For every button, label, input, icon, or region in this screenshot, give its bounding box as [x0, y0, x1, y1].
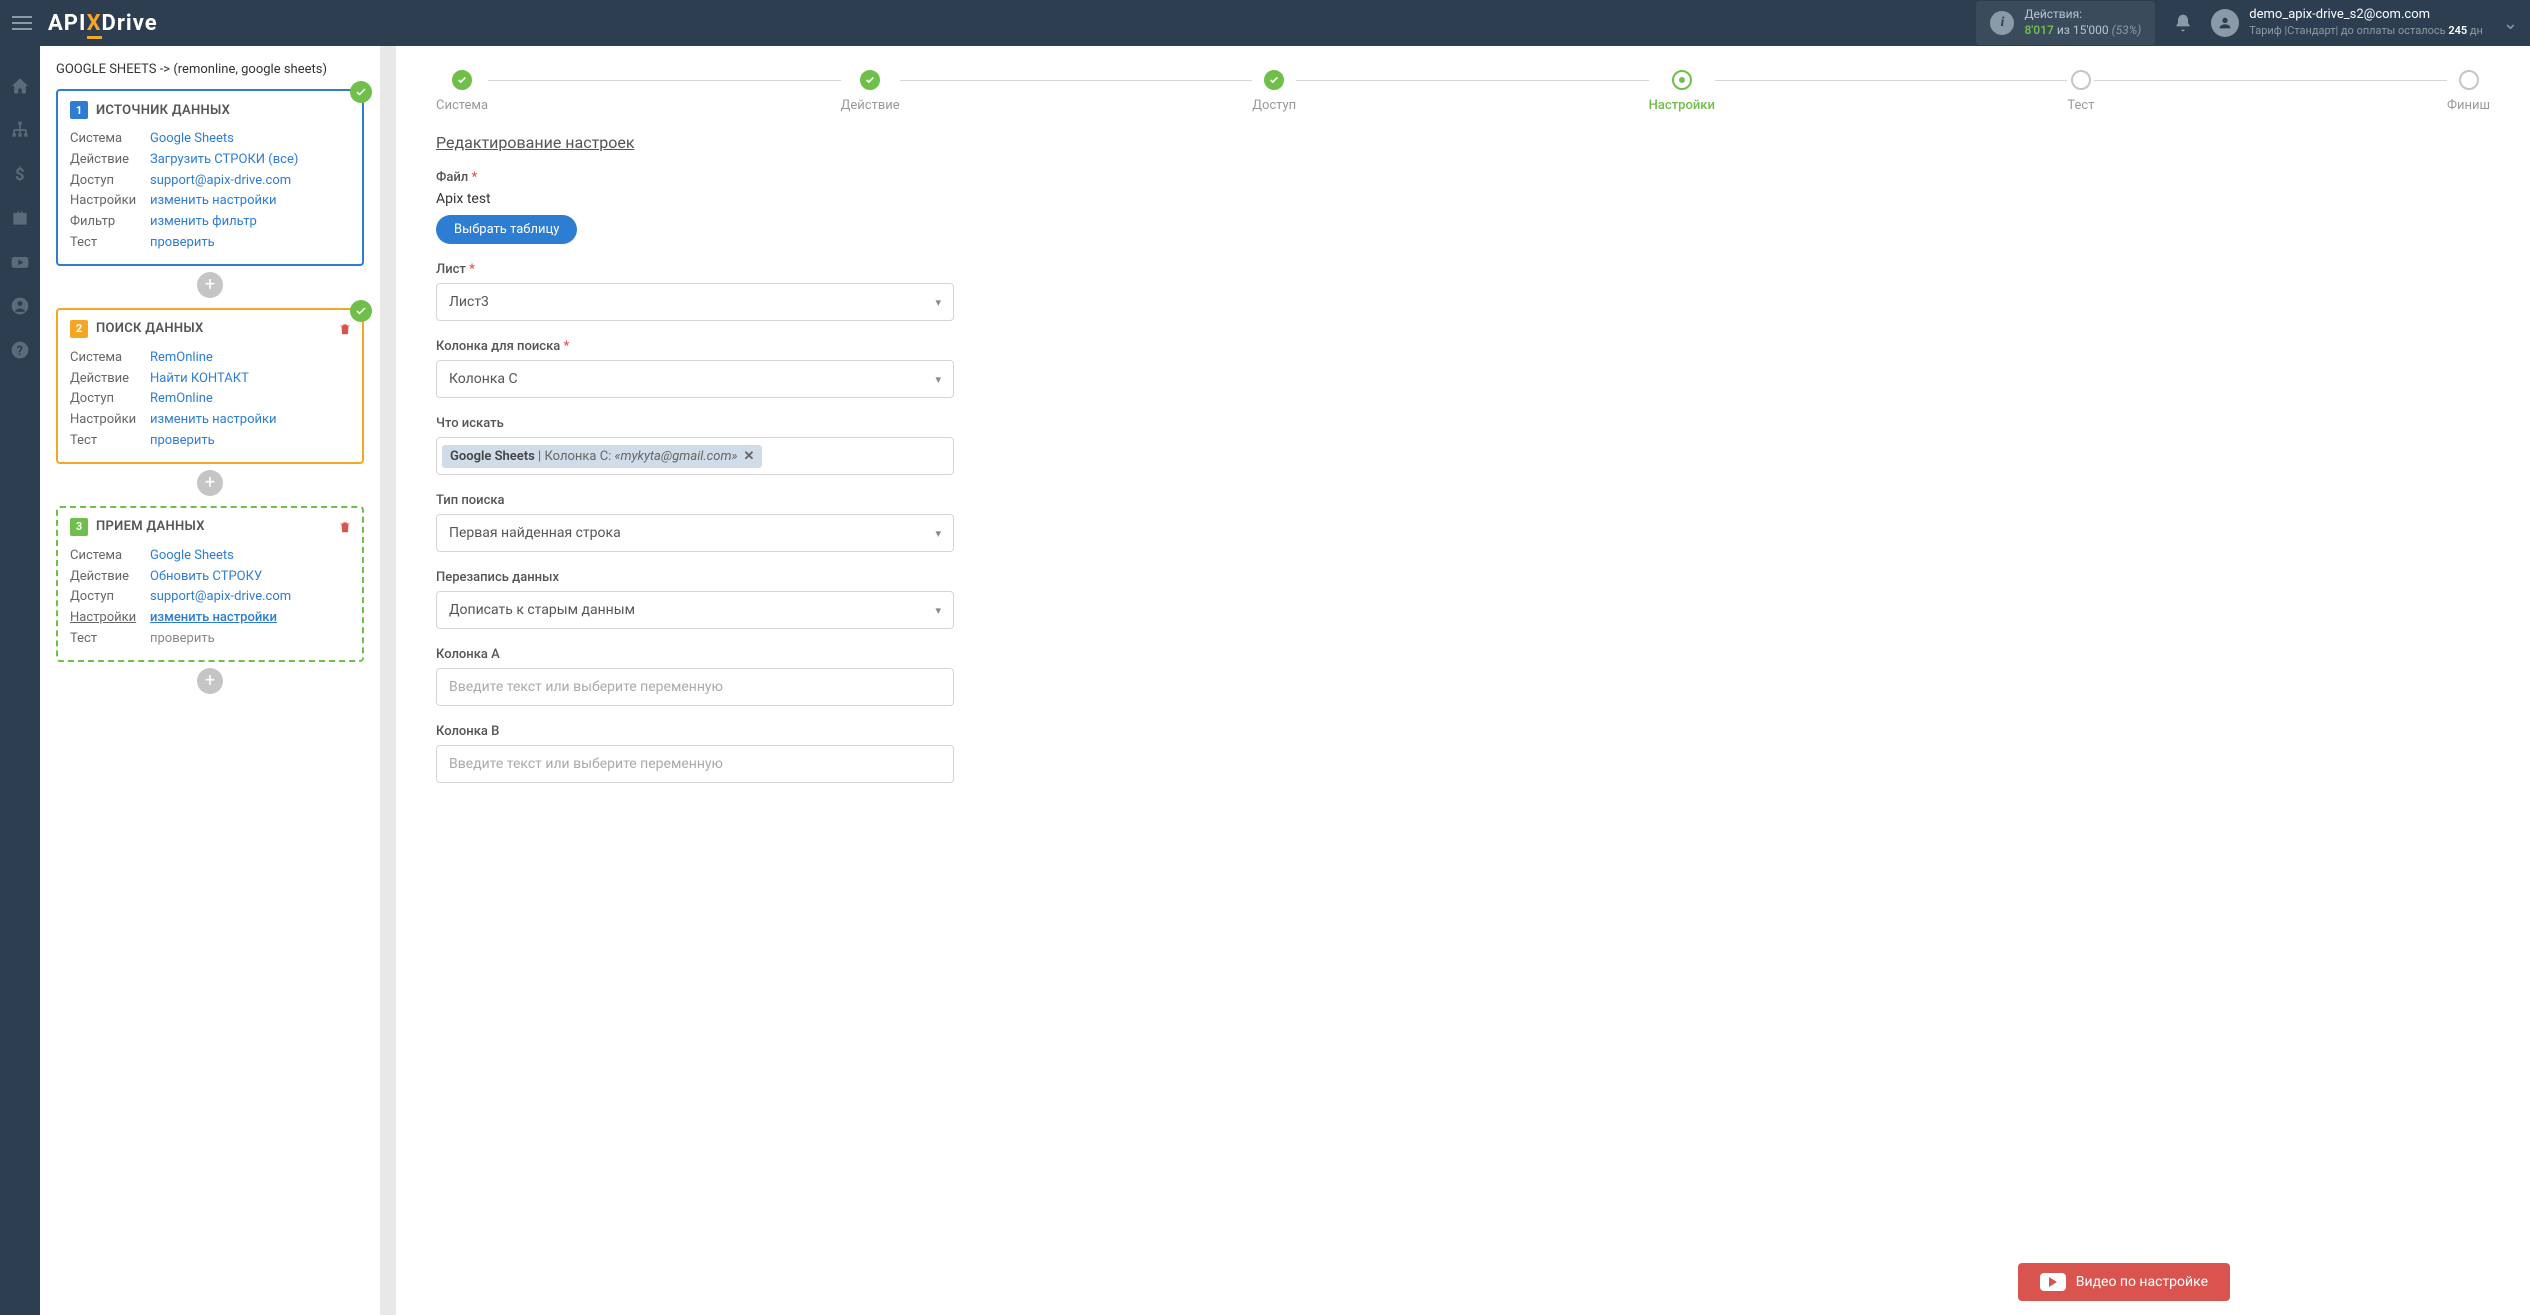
add-step-button[interactable]: + — [197, 272, 223, 298]
card-search[interactable]: 2ПОИСК ДАННЫХ СистемаRemOnline ДействиеН… — [56, 308, 364, 464]
card-link[interactable]: Найти КОНТАКТ — [150, 369, 249, 390]
section-title: Редактирование настроек — [436, 133, 2490, 152]
main-panel: Система Действие Доступ Настройки Тест Ф… — [396, 46, 2530, 1315]
actions-used: 8'017 — [2024, 23, 2053, 37]
field-label: Колонка A — [436, 647, 2490, 662]
user-info[interactable]: demo_apix-drive_s2@com.com Тариф |Станда… — [2249, 7, 2483, 38]
card-link[interactable]: проверить — [150, 233, 215, 254]
video-help-button[interactable]: Видео по настройке — [2018, 1263, 2230, 1301]
add-step-button[interactable]: + — [197, 470, 223, 496]
sidebar: $ ? — [0, 46, 40, 1315]
card-link[interactable]: support@apix-drive.com — [150, 171, 291, 192]
chevron-down-icon: ▾ — [935, 296, 941, 309]
briefcase-icon[interactable] — [10, 208, 30, 228]
youtube-icon[interactable] — [10, 252, 30, 272]
search-type-select[interactable]: Первая найденная строка▾ — [436, 514, 954, 552]
logo-text2: Drive — [102, 11, 158, 36]
check-icon — [350, 81, 372, 103]
chevron-down-icon[interactable]: ⌄ — [2483, 13, 2518, 34]
column-b-input[interactable] — [436, 745, 954, 783]
field-label: Лист — [436, 262, 466, 277]
svg-text:?: ? — [17, 344, 23, 359]
chevron-down-icon: ▾ — [935, 527, 941, 540]
chevron-down-icon: ▾ — [935, 373, 941, 386]
card-link[interactable]: RemOnline — [150, 389, 213, 410]
badge-2: 2 — [70, 320, 88, 338]
card-link[interactable]: Google Sheets — [150, 129, 234, 150]
top-bar: APIXDrive i Действия: 8'017 из 15'000 (5… — [0, 0, 2530, 46]
dollar-icon[interactable]: $ — [10, 164, 30, 184]
left-panel: GOOGLE SHEETS -> (remonline, google shee… — [40, 46, 380, 1315]
card-link[interactable]: support@apix-drive.com — [150, 587, 291, 608]
card-link[interactable]: изменить настройки — [150, 410, 277, 431]
actions-label: Действия: — [2024, 7, 2141, 23]
variable-tag[interactable]: Google Sheets | Колонка C: «mykyta@gmail… — [442, 445, 762, 468]
step-pending-icon — [2071, 70, 2091, 90]
card-title: ПОИСК ДАННЫХ — [96, 321, 204, 336]
step-pending-icon — [2459, 70, 2479, 90]
svg-text:$: $ — [15, 166, 25, 184]
field-label: Перезапись данных — [436, 570, 2490, 585]
user-email: demo_apix-drive_s2@com.com — [2249, 7, 2483, 24]
field-label: Тип поиска — [436, 493, 2490, 508]
bell-icon[interactable] — [2173, 13, 2193, 33]
connections-icon[interactable] — [10, 120, 30, 140]
select-table-button[interactable]: Выбрать таблицу — [436, 215, 577, 244]
add-step-button[interactable]: + — [197, 668, 223, 694]
actions-counter[interactable]: i Действия: 8'017 из 15'000 (53%) — [1976, 1, 2155, 44]
trash-icon[interactable] — [338, 520, 352, 538]
card-link[interactable]: Загрузить СТРОКИ (все) — [150, 150, 298, 171]
card-link[interactable]: Обновить СТРОКУ — [150, 567, 262, 588]
card-destination[interactable]: 3ПРИЕМ ДАННЫХ СистемаGoogle Sheets Дейст… — [56, 506, 364, 662]
field-label: Что искать — [436, 416, 2490, 431]
step-active-icon — [1672, 70, 1692, 90]
search-value-input[interactable]: Google Sheets | Колонка C: «mykyta@gmail… — [436, 437, 954, 475]
column-a-input[interactable] — [436, 668, 954, 706]
card-link[interactable]: Google Sheets — [150, 546, 234, 567]
logo-x: X — [87, 11, 102, 39]
badge-1: 1 — [70, 101, 88, 119]
card-source[interactable]: 1ИСТОЧНИК ДАННЫХ СистемаGoogle Sheets Де… — [56, 89, 364, 266]
menu-icon[interactable] — [12, 16, 32, 30]
step-indicator: Система Действие Доступ Настройки Тест Ф… — [436, 70, 2490, 113]
badge-3: 3 — [70, 518, 88, 536]
help-icon[interactable]: ? — [10, 340, 30, 360]
step-done-icon — [860, 70, 880, 90]
check-icon — [350, 300, 372, 322]
trash-icon[interactable] — [338, 322, 352, 340]
remove-tag-icon[interactable]: ✕ — [744, 449, 755, 464]
actions-pct: (53%) — [2112, 23, 2142, 37]
logo-text: API — [48, 11, 87, 36]
info-icon: i — [1990, 11, 2014, 35]
chevron-down-icon: ▾ — [935, 604, 941, 617]
sheet-select[interactable]: Лист3▾ — [436, 283, 954, 321]
field-label: Колонка B — [436, 724, 2490, 739]
overwrite-select[interactable]: Дописать к старым данным▾ — [436, 591, 954, 629]
card-link[interactable]: изменить фильтр — [150, 212, 257, 233]
step-done-icon — [452, 70, 472, 90]
card-title: ПРИЕМ ДАННЫХ — [96, 519, 205, 534]
card-link-disabled: проверить — [150, 629, 215, 650]
step-done-icon — [1264, 70, 1284, 90]
card-link[interactable]: изменить настройки — [150, 191, 277, 212]
youtube-icon — [2040, 1273, 2066, 1291]
card-link-active[interactable]: изменить настройки — [150, 608, 277, 629]
field-label: Файл — [436, 170, 468, 185]
user-icon[interactable] — [10, 296, 30, 316]
avatar-icon[interactable] — [2211, 9, 2239, 37]
card-title: ИСТОЧНИК ДАННЫХ — [96, 103, 230, 118]
field-label: Колонка для поиска — [436, 339, 560, 354]
logo[interactable]: APIXDrive — [48, 11, 158, 36]
file-name: Apix test — [436, 191, 2490, 207]
card-link[interactable]: проверить — [150, 431, 215, 452]
search-column-select[interactable]: Колонка C▾ — [436, 360, 954, 398]
home-icon[interactable] — [10, 76, 30, 96]
card-link[interactable]: RemOnline — [150, 348, 213, 369]
breadcrumb: GOOGLE SHEETS -> (remonline, google shee… — [56, 62, 364, 77]
